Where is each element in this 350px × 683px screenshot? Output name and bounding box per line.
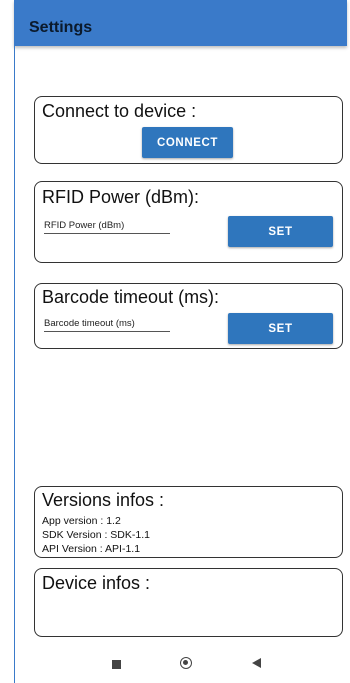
app-bar: Settings <box>14 0 347 46</box>
page-title: Settings <box>29 19 93 36</box>
system-nav-bar <box>15 645 347 683</box>
barcode-timeout-card: Barcode timeout (ms): Barcode timeout (m… <box>34 283 343 349</box>
rfid-power-card-title: RFID Power (dBm): <box>42 187 200 207</box>
app-version-text: App version : 1.2 <box>42 515 121 527</box>
connect-card: Connect to device : CONNECT <box>34 96 343 164</box>
versions-info-card: Versions infos : App version : 1.2 SDK V… <box>34 486 343 558</box>
back-icon[interactable] <box>252 658 261 668</box>
rfid-set-button[interactable]: SET <box>228 216 333 247</box>
sdk-version-text: SDK Version : SDK-1.1 <box>42 529 150 541</box>
recent-apps-icon[interactable] <box>112 660 121 669</box>
device-info-title: Device infos : <box>42 573 151 593</box>
versions-info-title: Versions infos : <box>42 490 165 510</box>
barcode-set-button[interactable]: SET <box>228 313 333 344</box>
rfid-power-input[interactable]: RFID Power (dBm) <box>44 220 170 234</box>
connect-button[interactable]: CONNECT <box>142 127 233 158</box>
content-edge-divider <box>14 46 15 683</box>
home-icon[interactable] <box>180 657 192 669</box>
rfid-power-card: RFID Power (dBm): RFID Power (dBm) SET <box>34 181 343 263</box>
barcode-timeout-input[interactable]: Barcode timeout (ms) <box>44 318 170 332</box>
barcode-timeout-card-title: Barcode timeout (ms): <box>42 287 220 307</box>
api-version-text: API Version : API-1.1 <box>42 543 141 555</box>
device-info-card: Device infos : <box>34 568 343 637</box>
connect-card-title: Connect to device : <box>42 101 197 121</box>
